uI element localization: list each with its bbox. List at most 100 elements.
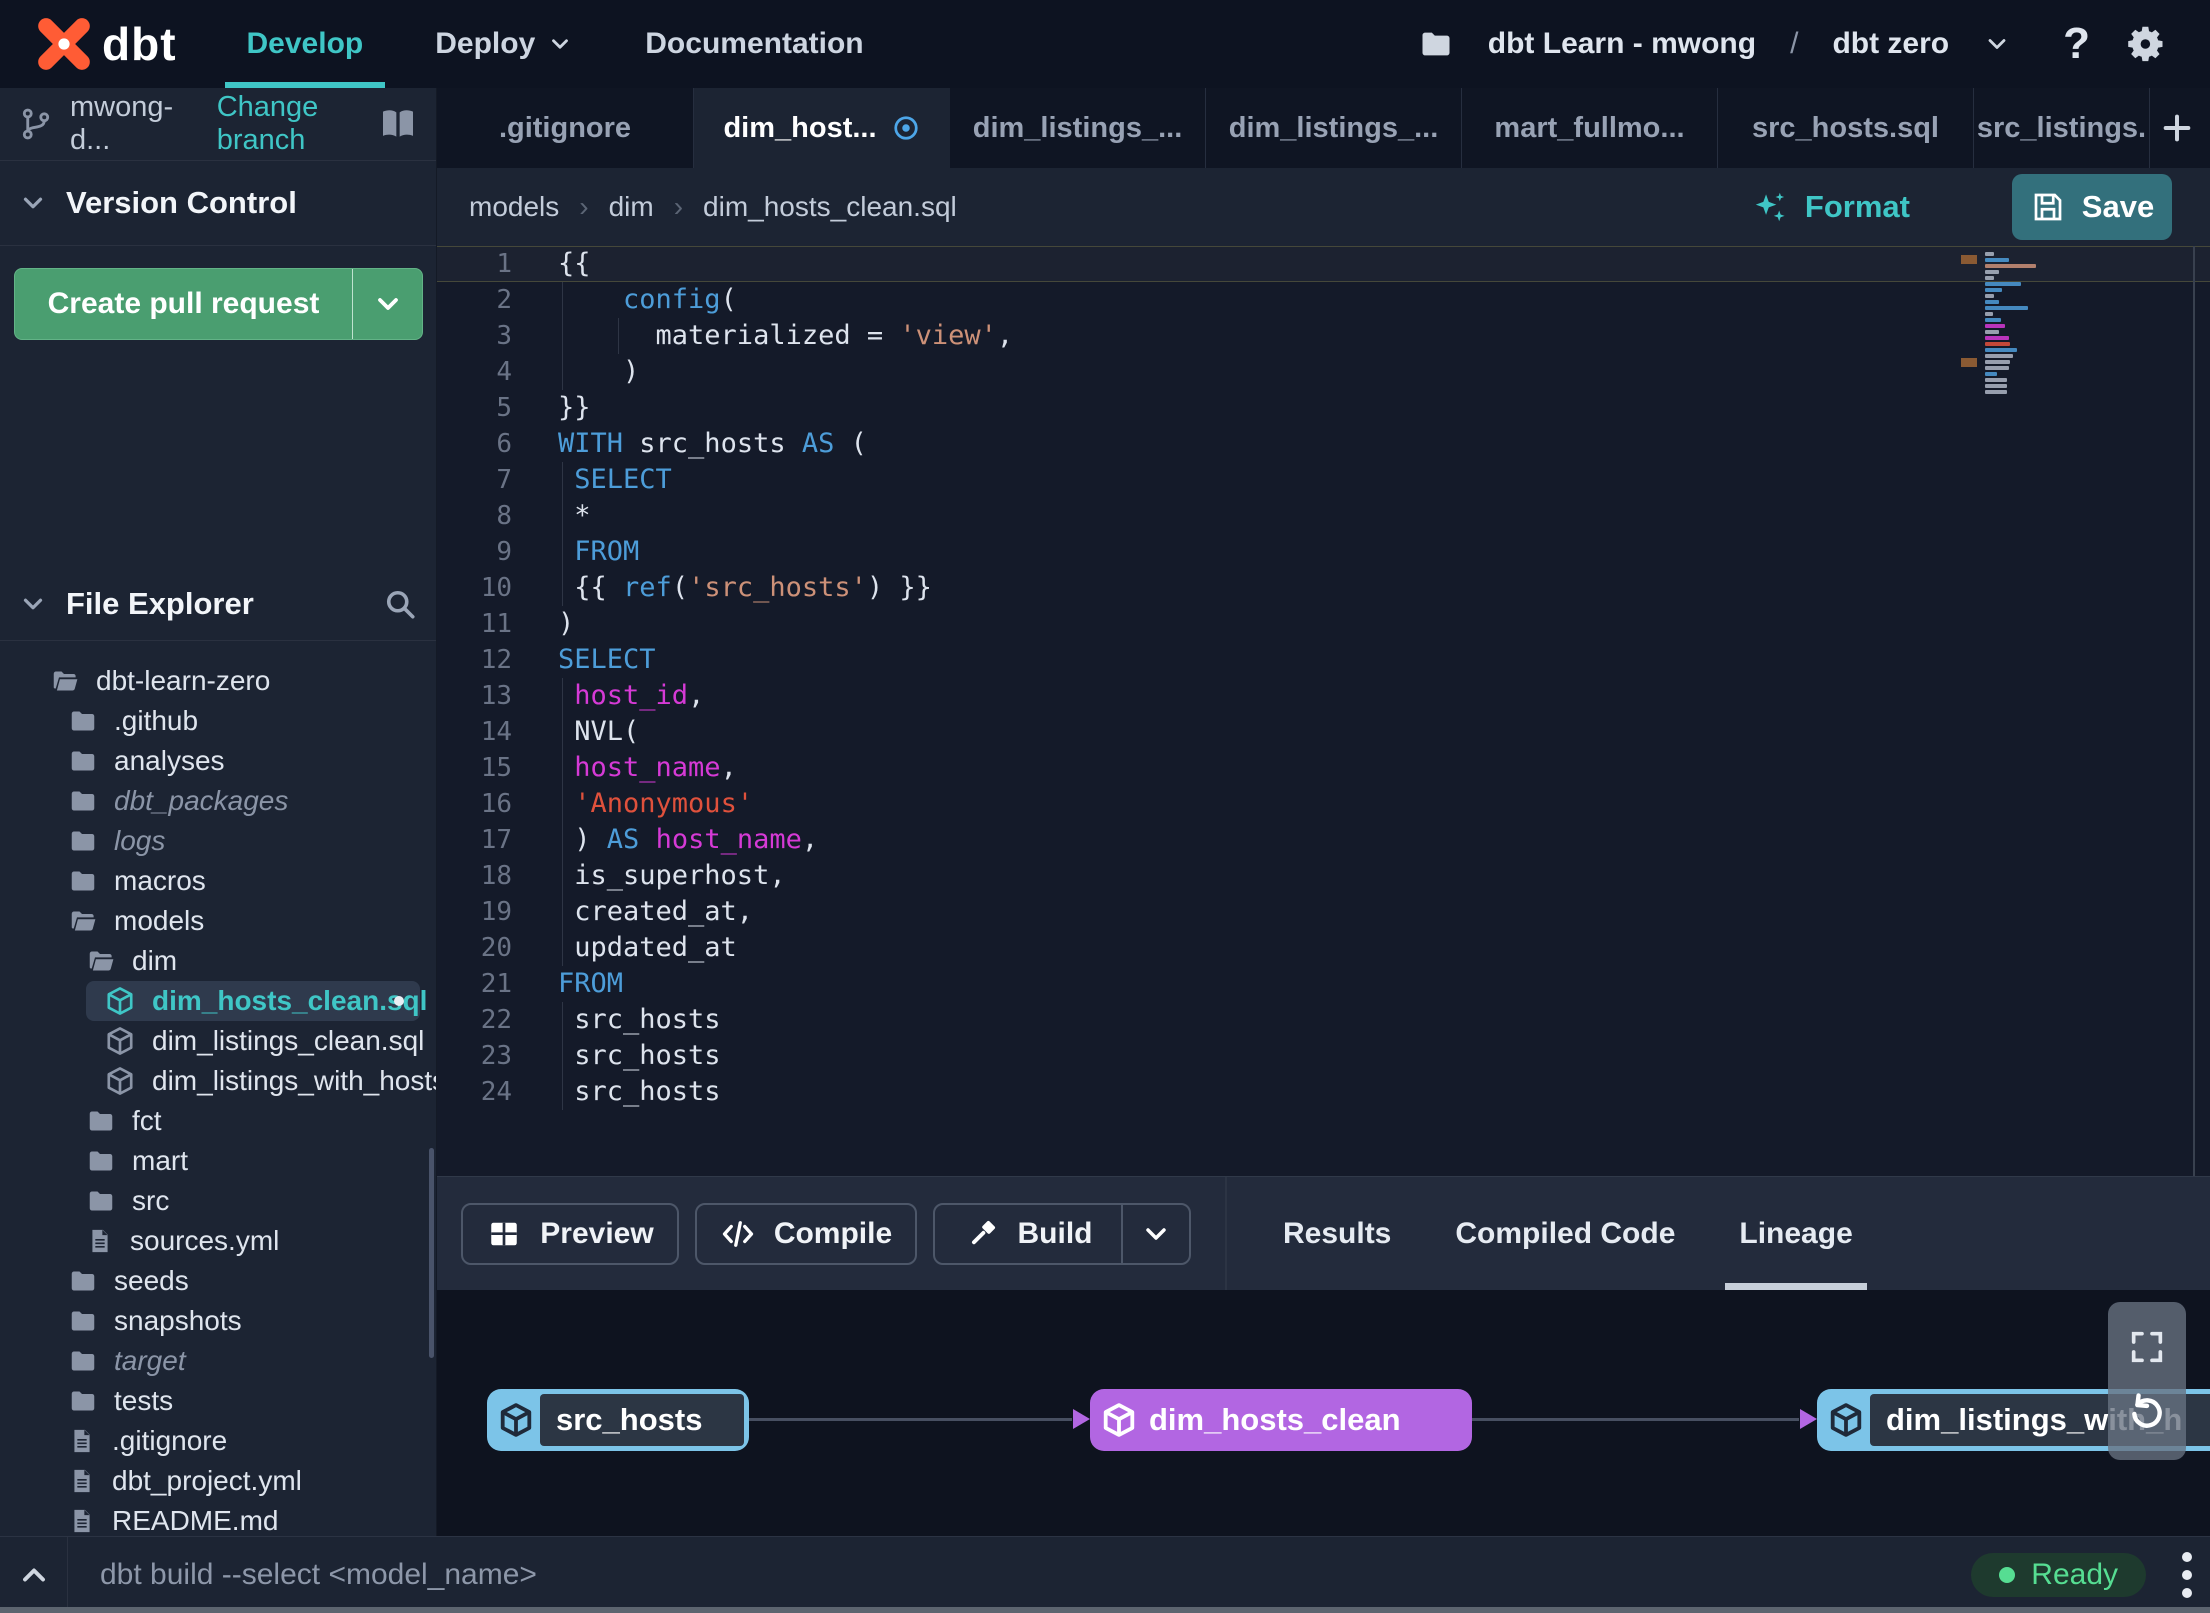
code-line[interactable]: 20 updated_at bbox=[437, 930, 2210, 966]
fullscreen-icon[interactable] bbox=[2127, 1327, 2167, 1367]
file-tree-item[interactable]: dbt_project.yml bbox=[0, 1461, 436, 1501]
build-dropdown[interactable] bbox=[1121, 1204, 1189, 1263]
change-branch-link[interactable]: Change branch bbox=[217, 91, 378, 157]
save-button[interactable]: Save bbox=[2012, 174, 2172, 240]
file-tree-item[interactable]: models bbox=[0, 901, 436, 941]
lineage-node[interactable]: src_hosts bbox=[487, 1389, 749, 1451]
code-line[interactable]: 6 WITH src_hosts AS ( bbox=[437, 426, 2210, 462]
code-line[interactable]: 14 NVL( bbox=[437, 714, 2210, 750]
panel-tab-compiled-code[interactable]: Compiled Code bbox=[1455, 1177, 1675, 1290]
file-tree-item[interactable]: target bbox=[0, 1341, 436, 1381]
nav-item-documentation[interactable]: Documentation bbox=[645, 0, 863, 88]
code-line[interactable]: 5}} bbox=[437, 390, 2210, 426]
breadcrumb-item[interactable]: dim_hosts_clean.sql bbox=[703, 191, 957, 223]
code-line[interactable]: 11) bbox=[437, 606, 2210, 642]
file-tree-item[interactable]: .github bbox=[0, 701, 436, 741]
file-tree-item[interactable]: dim_listings_clean.sql bbox=[0, 1021, 436, 1061]
editor-tab[interactable]: dim_listings_... bbox=[1206, 88, 1462, 168]
docs-book-icon[interactable] bbox=[378, 104, 418, 144]
new-tab-button[interactable] bbox=[2150, 88, 2204, 168]
editor-scrollbar[interactable] bbox=[2193, 246, 2195, 1176]
editor-tab[interactable]: src_listings. bbox=[1974, 88, 2150, 168]
nav-item-deploy[interactable]: Deploy bbox=[435, 0, 573, 88]
file-tree-item[interactable]: logs bbox=[0, 821, 436, 861]
tab-label: dim_listings_... bbox=[1228, 111, 1439, 144]
line-content: 'Anonymous' bbox=[547, 786, 2210, 822]
version-control-header[interactable]: Version Control bbox=[0, 161, 436, 245]
code-line[interactable]: 22 src_hosts bbox=[437, 1002, 2210, 1038]
code-line[interactable]: 1 {{ bbox=[437, 246, 2210, 282]
code-editor[interactable]: 1{{2 config(3 materialized = 'view', 4 ) 5… bbox=[437, 246, 2210, 1176]
code-line[interactable]: 21 FROM bbox=[437, 966, 2210, 1002]
code-line[interactable]: 2 config( bbox=[437, 282, 2210, 318]
code-line[interactable]: 4 ) bbox=[437, 354, 2210, 390]
code-line[interactable]: 7 SELECT bbox=[437, 462, 2210, 498]
build-button[interactable]: Build bbox=[935, 1205, 1121, 1263]
file-tree-item[interactable]: snapshots bbox=[0, 1301, 436, 1341]
panel-tab-lineage[interactable]: Lineage bbox=[1725, 1177, 1868, 1290]
file-tree-item[interactable]: dim_listings_with_hosts... bbox=[0, 1061, 436, 1101]
collapse-panel-button[interactable] bbox=[0, 1537, 68, 1613]
code-line[interactable]: 17 ) AS host_name, bbox=[437, 822, 2210, 858]
create-pull-request-button[interactable]: Create pull request bbox=[14, 268, 423, 340]
code-line[interactable]: 16 'Anonymous' bbox=[437, 786, 2210, 822]
file-tree-item[interactable]: dim bbox=[0, 941, 436, 981]
branch-name[interactable]: mwong-d... bbox=[70, 91, 187, 157]
breadcrumb-item[interactable]: models bbox=[469, 191, 559, 223]
preview-button[interactable]: Preview bbox=[461, 1202, 679, 1265]
lineage-node[interactable]: dim_hosts_clean bbox=[1090, 1389, 1472, 1451]
kebab-menu-icon[interactable] bbox=[2182, 1552, 2192, 1598]
sidebar-scrollbar[interactable] bbox=[429, 1148, 434, 1358]
format-button[interactable]: Format bbox=[1751, 188, 1910, 226]
editor-tab[interactable]: src_hosts.sql bbox=[1718, 88, 1974, 168]
file-tree-item[interactable]: tests bbox=[0, 1381, 436, 1421]
editor-minimap[interactable] bbox=[1985, 252, 2047, 396]
code-line[interactable]: 18 is_superhost, bbox=[437, 858, 2210, 894]
refresh-icon[interactable] bbox=[2124, 1389, 2170, 1435]
file-tree-item[interactable]: seeds bbox=[0, 1261, 436, 1301]
create-pr-dropdown[interactable] bbox=[352, 269, 422, 339]
file-tree-item[interactable]: README.md bbox=[0, 1501, 436, 1536]
create-pull-request-label[interactable]: Create pull request bbox=[15, 269, 352, 339]
settings-gear-icon[interactable] bbox=[2124, 22, 2168, 66]
compile-button[interactable]: Compile bbox=[695, 1202, 917, 1265]
file-tree-item[interactable]: dim_hosts_clean.sql bbox=[86, 981, 427, 1021]
nav-item-develop[interactable]: Develop bbox=[224, 0, 385, 88]
file-tree-item[interactable]: dbt-learn-zero bbox=[0, 661, 436, 701]
environment-chevron-down-icon[interactable] bbox=[1983, 30, 2011, 58]
code-line[interactable]: 8 * bbox=[437, 498, 2210, 534]
code-line[interactable]: 24 src_hosts bbox=[437, 1074, 2210, 1110]
code-line[interactable]: 12 SELECT bbox=[437, 642, 2210, 678]
editor-tab[interactable]: mart_fullmo... bbox=[1462, 88, 1718, 168]
project-name[interactable]: dbt Learn - mwong bbox=[1488, 27, 1756, 61]
search-icon[interactable] bbox=[382, 586, 418, 622]
file-tree-item[interactable]: sources.yml bbox=[0, 1221, 436, 1261]
command-input[interactable]: dbt build --select <model_name> bbox=[100, 1558, 537, 1592]
code-line[interactable]: 10 {{ ref('src_hosts') }} bbox=[437, 570, 2210, 606]
environment-name[interactable]: dbt zero bbox=[1832, 27, 1949, 61]
code-line[interactable]: 19 created_at, bbox=[437, 894, 2210, 930]
editor-tab[interactable]: dim_host... bbox=[694, 88, 950, 168]
lineage-graph[interactable]: src_hosts dim_hosts_clean dim_listings_wit… bbox=[437, 1290, 2210, 1536]
line-number: 24 bbox=[480, 1077, 512, 1107]
file-tree-item[interactable]: .gitignore bbox=[0, 1421, 436, 1461]
breadcrumb-item[interactable]: dim bbox=[609, 191, 654, 223]
panel-tab-results[interactable]: Results bbox=[1283, 1177, 1391, 1290]
file-tree-item[interactable]: dbt_packages bbox=[0, 781, 436, 821]
file-tree-item[interactable]: mart bbox=[0, 1141, 436, 1181]
code-line[interactable]: 23 src_hosts bbox=[437, 1038, 2210, 1074]
file-tree-item[interactable]: fct bbox=[0, 1101, 436, 1141]
code-line[interactable]: 15 host_name, bbox=[437, 750, 2210, 786]
editor-tab[interactable]: .gitignore bbox=[437, 88, 694, 168]
code-line[interactable]: 9 FROM bbox=[437, 534, 2210, 570]
lineage-edge bbox=[749, 1418, 1072, 1421]
dbt-logo[interactable]: dbt bbox=[36, 16, 177, 72]
help-icon[interactable]: ? bbox=[2063, 19, 2090, 69]
file-explorer-header[interactable]: File Explorer bbox=[0, 568, 436, 640]
file-tree-item[interactable]: macros bbox=[0, 861, 436, 901]
code-line[interactable]: 3 materialized = 'view', bbox=[437, 318, 2210, 354]
file-tree-item[interactable]: src bbox=[0, 1181, 436, 1221]
file-tree-item[interactable]: analyses bbox=[0, 741, 436, 781]
editor-tab[interactable]: dim_listings_... bbox=[950, 88, 1206, 168]
code-line[interactable]: 13 host_id, bbox=[437, 678, 2210, 714]
